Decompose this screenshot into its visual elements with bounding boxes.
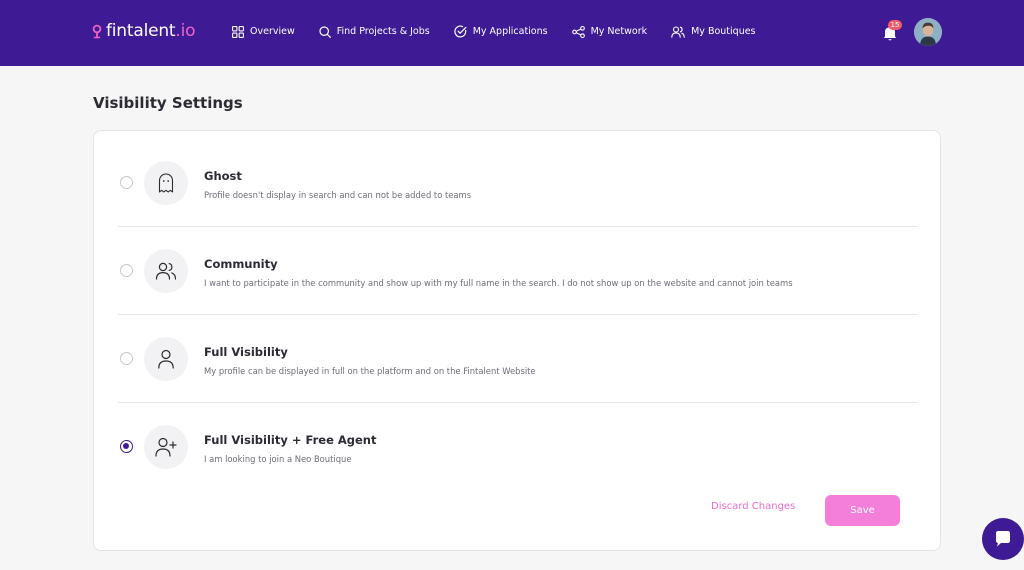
nav-item-find-projects[interactable]: Find Projects & Jobs: [319, 25, 430, 38]
option-description: I am looking to join a Neo Boutique: [204, 454, 352, 464]
brand-name: fintalent: [106, 21, 176, 41]
nav-item-my-network[interactable]: My Network: [571, 25, 648, 38]
ghost-icon: [158, 173, 174, 193]
location-pin-icon: [92, 24, 102, 38]
option-description: Profile doesn't display in search and ca…: [204, 190, 472, 200]
option-description: My profile can be displayed in full on t…: [204, 366, 536, 376]
users-icon: [155, 262, 177, 280]
share-icon: [571, 25, 585, 38]
option-title: Community: [204, 257, 278, 271]
option-icon-container: [144, 161, 188, 205]
brand-logo[interactable]: fintalent.io: [92, 21, 196, 41]
check-circle-icon: [454, 25, 467, 38]
discard-changes-button[interactable]: Discard Changes: [711, 501, 795, 512]
option-community[interactable]: Community I want to participate in the c…: [118, 227, 917, 315]
brand-tld: .io: [175, 21, 196, 41]
chat-bubble-icon: [996, 531, 1010, 547]
notification-badge: 15: [888, 20, 902, 30]
nav-label: My Boutiques: [691, 26, 756, 37]
main-nav: Overview Find Projects & Jobs My Applica…: [232, 25, 780, 38]
nav-label: Find Projects & Jobs: [336, 26, 430, 37]
users-icon: [671, 25, 685, 38]
user-plus-icon: [155, 437, 177, 457]
radio-community[interactable]: [120, 264, 133, 277]
option-title: Full Visibility + Free Agent: [204, 433, 377, 447]
top-navigation-bar: fintalent.io Overview Find Projects & Jo…: [0, 0, 1024, 66]
option-icon-container: [144, 249, 188, 293]
nav-label: My Network: [590, 26, 648, 37]
chat-support-button[interactable]: [982, 518, 1024, 560]
option-full-visibility[interactable]: Full Visibility My profile can be displa…: [118, 315, 917, 403]
avatar[interactable]: [914, 18, 942, 46]
visibility-options-card: Ghost Profile doesn't display in search …: [93, 130, 941, 551]
user-icon: [158, 349, 174, 369]
option-title: Ghost: [204, 169, 242, 183]
option-full-visibility-free-agent[interactable]: Full Visibility + Free Agent I am lookin…: [118, 403, 917, 491]
radio-full-visibility[interactable]: [120, 352, 133, 365]
nav-item-my-applications[interactable]: My Applications: [454, 25, 548, 38]
option-ghost[interactable]: Ghost Profile doesn't display in search …: [118, 139, 917, 227]
radio-ghost[interactable]: [120, 176, 133, 189]
user-photo: [914, 18, 942, 46]
option-description: I want to participate in the community a…: [204, 278, 793, 288]
nav-item-my-boutiques[interactable]: My Boutiques: [671, 25, 756, 38]
nav-item-overview[interactable]: Overview: [232, 25, 295, 38]
page-title: Visibility Settings: [93, 94, 243, 112]
nav-label: My Applications: [472, 26, 548, 37]
option-icon-container: [144, 337, 188, 381]
nav-label: Overview: [250, 26, 295, 37]
option-title: Full Visibility: [204, 345, 288, 359]
search-icon: [319, 25, 331, 38]
radio-free-agent[interactable]: [120, 440, 133, 453]
grid-icon: [232, 25, 244, 38]
option-icon-container: [144, 425, 188, 469]
save-button[interactable]: Save: [825, 495, 900, 526]
